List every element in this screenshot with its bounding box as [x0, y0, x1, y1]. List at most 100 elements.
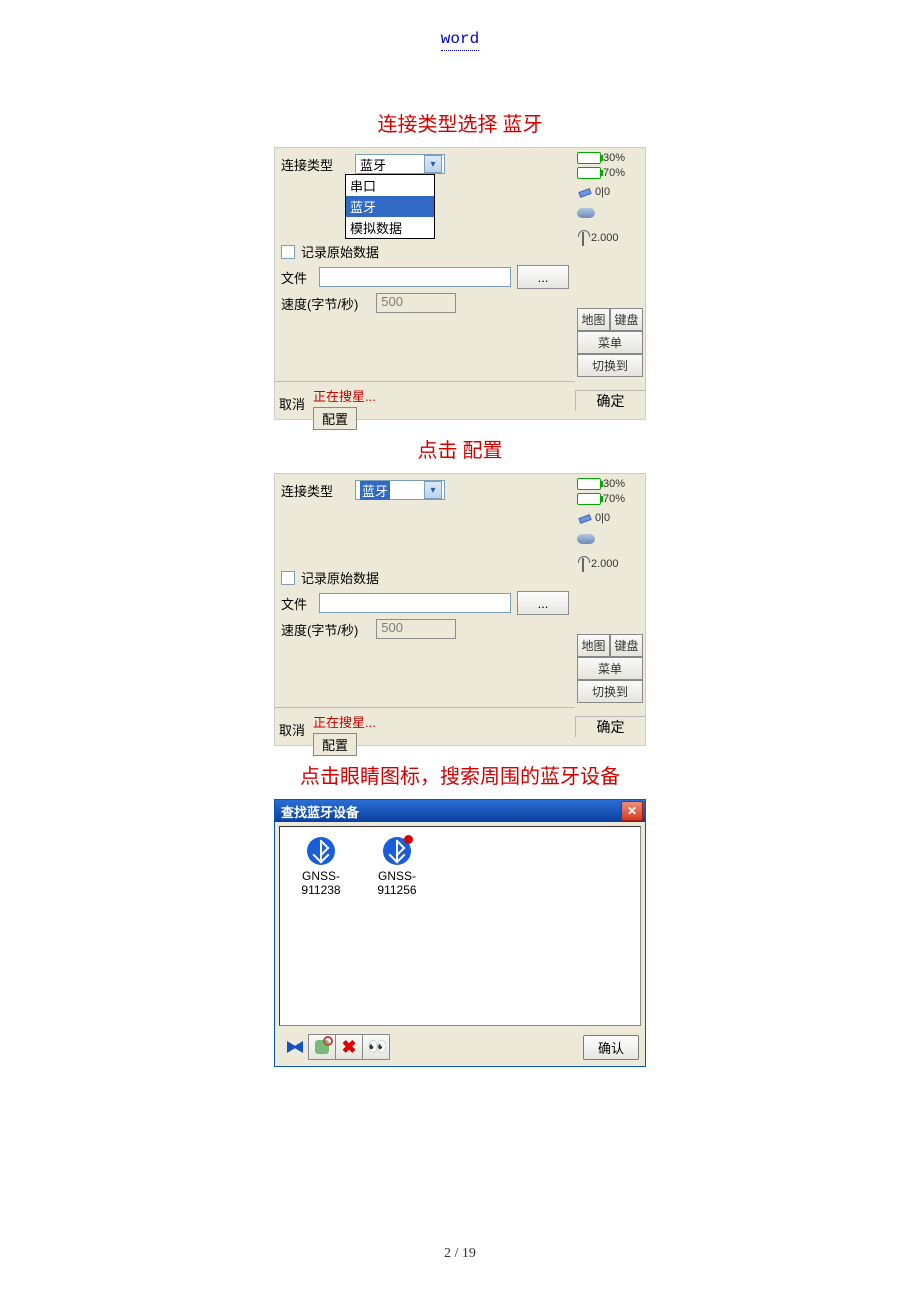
- battery-2: 70%: [577, 493, 643, 505]
- config-tab[interactable]: 配置: [313, 733, 357, 756]
- device-name-line2: 911238: [292, 883, 350, 897]
- antenna-status: 2.000: [577, 230, 643, 246]
- searching-status: 正在搜星...: [313, 386, 376, 405]
- satellite-status: 0|0: [577, 186, 643, 198]
- bluetooth-device-list[interactable]: GNSS- 911238 GNSS- 911256: [279, 826, 641, 1026]
- pill-icon: [577, 208, 595, 218]
- switch-button[interactable]: 切换到: [577, 680, 643, 703]
- conn-type-value: 蓝牙: [360, 155, 386, 174]
- label-record-raw: 记录原始数据: [301, 242, 383, 261]
- speed-input[interactable]: 500: [376, 293, 456, 313]
- chevron-down-icon[interactable]: ▾: [424, 481, 442, 499]
- keyboard-button[interactable]: 键盘: [610, 634, 643, 657]
- antenna-status: 2.000: [577, 556, 643, 572]
- status-sidebar: 30% 70% 0|0 2.000: [575, 148, 645, 381]
- keyboard-button[interactable]: 键盘: [610, 308, 643, 331]
- battery-icon: [577, 478, 601, 490]
- battery-icon: [577, 152, 601, 164]
- label-file: 文件: [281, 268, 311, 287]
- conn-type-value: 蓝牙: [360, 481, 390, 500]
- opt-sim[interactable]: 模拟数据: [346, 217, 434, 238]
- confirm-button[interactable]: 确认: [583, 1035, 639, 1060]
- battery-1: 30%: [577, 478, 643, 490]
- conn-type-combo[interactable]: 蓝牙 ▾: [355, 480, 445, 500]
- config-tab[interactable]: 配置: [313, 407, 357, 430]
- chevron-down-icon[interactable]: ▾: [424, 155, 442, 173]
- satellite-value: 0|0: [595, 186, 610, 198]
- file-browse-button[interactable]: ...: [517, 591, 569, 615]
- cancel-button[interactable]: 取消: [279, 712, 309, 739]
- label-conn-type: 连接类型: [281, 155, 337, 174]
- device-name-line1: GNSS-: [368, 869, 426, 883]
- battery-icon: [577, 167, 601, 179]
- side-buttons: 地图 键盘 菜单 切换到: [577, 308, 643, 377]
- conn-type-combo[interactable]: 蓝牙 ▾: [355, 154, 445, 174]
- label-speed: 速度(字节/秒): [281, 294, 362, 313]
- battery-1-value: 30%: [603, 478, 625, 490]
- settings-icon[interactable]: [308, 1034, 336, 1060]
- file-input[interactable]: [319, 267, 511, 287]
- page-number: 2 / 19: [0, 1246, 920, 1262]
- opt-serial[interactable]: 串口: [346, 175, 434, 196]
- bluetooth-icon: [383, 837, 411, 865]
- ok-button[interactable]: 确定: [575, 716, 645, 737]
- searching-status: 正在搜星...: [313, 712, 376, 731]
- bluetooth-icon: [307, 837, 335, 865]
- panel-connection-a: 连接类型 蓝牙 ▾ 串口 蓝牙 模拟数据 记录原始数据: [274, 147, 646, 420]
- conn-type-dropdown[interactable]: 串口 蓝牙 模拟数据: [345, 174, 435, 239]
- device-name-line1: GNSS-: [292, 869, 350, 883]
- battery-2-value: 70%: [603, 493, 625, 505]
- dialog-title: 查找蓝牙设备: [281, 802, 359, 821]
- map-button[interactable]: 地图: [577, 634, 610, 657]
- pair-icon[interactable]: [281, 1034, 309, 1060]
- antenna-icon: [577, 230, 589, 246]
- satellite-status: 0|0: [577, 512, 643, 524]
- dialog-titlebar: 查找蓝牙设备 ✕: [275, 800, 645, 822]
- doc-title: word: [441, 30, 479, 51]
- antenna-icon: [577, 556, 589, 572]
- opt-bluetooth[interactable]: 蓝牙: [346, 196, 434, 217]
- ok-button[interactable]: 确定: [575, 390, 645, 411]
- antenna-value: 2.000: [591, 232, 619, 244]
- battery-2: 70%: [577, 167, 643, 179]
- file-browse-button[interactable]: ...: [517, 265, 569, 289]
- speed-input[interactable]: 500: [376, 619, 456, 639]
- switch-button[interactable]: 切换到: [577, 354, 643, 377]
- caption-1: 连接类型选择 蓝牙: [0, 108, 920, 137]
- pill-icon: [577, 534, 595, 544]
- battery-icon: [577, 493, 601, 505]
- battery-2-value: 70%: [603, 167, 625, 179]
- status-sidebar: 30% 70% 0|0 2.000: [575, 474, 645, 707]
- close-icon[interactable]: ✕: [621, 801, 643, 821]
- battery-1-value: 30%: [603, 152, 625, 164]
- delete-icon[interactable]: ✖: [335, 1034, 363, 1060]
- doc-header: word: [0, 30, 920, 48]
- map-button[interactable]: 地图: [577, 308, 610, 331]
- satellite-icon: [577, 186, 593, 198]
- menu-button[interactable]: 菜单: [577, 331, 643, 354]
- antenna-value: 2.000: [591, 558, 619, 570]
- caption-3: 点击眼睛图标，搜索周围的蓝牙设备: [0, 760, 920, 789]
- label-file: 文件: [281, 594, 311, 613]
- caption-2: 点击 配置: [0, 434, 920, 463]
- cancel-button[interactable]: 取消: [279, 386, 309, 413]
- label-conn-type: 连接类型: [281, 481, 337, 500]
- checkbox-record-raw[interactable]: [281, 571, 295, 585]
- checkbox-record-raw[interactable]: [281, 245, 295, 259]
- bluetooth-dialog: 查找蓝牙设备 ✕ GNSS- 911238 GNSS- 911256 ✖ 👀 确: [274, 799, 646, 1067]
- status-dot-icon: [404, 835, 413, 844]
- panel-connection-b: 连接类型 蓝牙 ▾ 记录原始数据 文件 ...: [274, 473, 646, 746]
- bluetooth-toolbar: ✖ 👀 确认: [275, 1030, 645, 1066]
- satellite-icon: [577, 512, 593, 524]
- file-input[interactable]: [319, 593, 511, 613]
- search-eyes-icon[interactable]: 👀: [362, 1034, 390, 1060]
- battery-1: 30%: [577, 152, 643, 164]
- menu-button[interactable]: 菜单: [577, 657, 643, 680]
- label-record-raw: 记录原始数据: [301, 568, 383, 587]
- bluetooth-device[interactable]: GNSS- 911256: [368, 837, 426, 897]
- side-buttons: 地图 键盘 菜单 切换到: [577, 634, 643, 703]
- bluetooth-device[interactable]: GNSS- 911238: [292, 837, 350, 897]
- device-name-line2: 911256: [368, 883, 426, 897]
- label-speed: 速度(字节/秒): [281, 620, 362, 639]
- satellite-value: 0|0: [595, 512, 610, 524]
